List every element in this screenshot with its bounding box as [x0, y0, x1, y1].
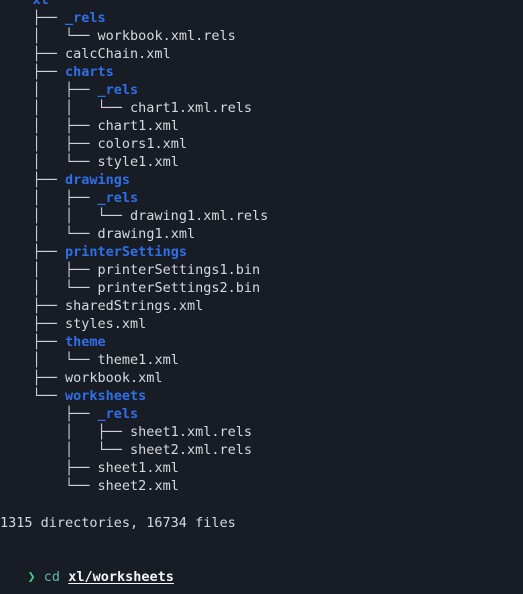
tree-branch-glyph: ├──: [0, 10, 66, 26]
tree-branch-glyph: └──: [0, 0, 33, 8]
directory-name: worksheets: [65, 388, 147, 404]
file-name: chart1.xml: [97, 118, 179, 134]
tree-branch-glyph: │ └──: [0, 280, 98, 296]
tree-file-row: │ └── printerSettings2.bin: [0, 279, 523, 297]
tree-branch-glyph: │ └──: [0, 352, 98, 368]
tree-directory-row: └── worksheets: [0, 387, 523, 405]
tree-branch-glyph: ├──: [0, 334, 66, 350]
directory-name: _rels: [65, 10, 106, 26]
tree-file-row: ├── styles.xml: [0, 315, 523, 333]
tree-directory-row: ├── charts: [0, 63, 523, 81]
tree-branch-glyph: ├──: [0, 460, 98, 476]
file-name: sheet1.xml: [97, 460, 179, 476]
tree-file-row: │ └── style1.xml: [0, 153, 523, 171]
tree-branch-glyph: ├──: [0, 64, 66, 80]
tree-directory-row: ├── _rels: [0, 405, 523, 423]
directory-name: _rels: [97, 190, 139, 206]
file-name: styles.xml: [65, 316, 147, 332]
tree-file-row: │ └── drawing1.xml: [0, 225, 523, 243]
tree-branch-glyph: │ └──: [0, 154, 98, 170]
file-name: sheet2.xml.rels: [130, 442, 252, 458]
file-name: chart1.xml.rels: [130, 100, 252, 116]
tree-branch-glyph: │ ├──: [0, 136, 98, 152]
tree-file-row: ├── calcChain.xml: [0, 45, 523, 63]
tree-file-row: ├── sharedStrings.xml: [0, 297, 523, 315]
tree-directory-row: └── xl: [0, 0, 523, 9]
tree-branch-glyph: ├──: [0, 244, 66, 260]
tree-file-row: │ │ └── drawing1.xml.rels: [0, 207, 523, 225]
tree-branch-glyph: │ └──: [0, 28, 98, 44]
directory-name: printerSettings: [65, 244, 187, 260]
file-name: colors1.xml: [97, 136, 187, 152]
tree-file-row: ├── sheet1.xml: [0, 459, 523, 477]
file-name: printerSettings1.bin: [97, 262, 261, 278]
file-name: sharedStrings.xml: [65, 298, 204, 314]
directory-name: xl: [32, 0, 49, 8]
tree-directory-row: │ ├── _rels: [0, 81, 523, 99]
tree-branch-glyph: ├──: [0, 370, 66, 386]
tree-directory-row: ├── drawings: [0, 171, 523, 189]
shell-prompt-line[interactable]: ❯ cd xl/worksheets: [0, 550, 182, 585]
directory-name: drawings: [65, 172, 131, 188]
tree-branch-glyph: │ └──: [0, 226, 98, 242]
tree-branch-glyph: │ └──: [0, 442, 131, 458]
tree-branch-glyph: ├──: [0, 406, 98, 422]
directory-name: _rels: [97, 406, 139, 422]
tree-branch-glyph: │ ├──: [0, 190, 98, 206]
tree-file-row: │ ├── colors1.xml: [0, 135, 523, 153]
tree-branch-glyph: └──: [0, 388, 66, 404]
tree-branch-glyph: │ ├──: [0, 118, 98, 134]
tree-summary: 1315 directories, 16734 files: [0, 515, 236, 531]
directory-name: charts: [65, 64, 114, 80]
tree-file-row: │ └── theme1.xml: [0, 351, 523, 369]
directory-name: theme: [65, 334, 106, 350]
prompt-argument: xl/worksheets: [68, 569, 174, 585]
terminal-window: └── xl ├── _rels │ └── workbook.xml.rels…: [0, 0, 523, 594]
tree-file-row: │ ├── sheet1.xml.rels: [0, 423, 523, 441]
file-name: calcChain.xml: [65, 46, 171, 62]
prompt-command: cd: [43, 569, 61, 585]
file-name: style1.xml: [97, 154, 179, 170]
tree-branch-glyph: ├──: [0, 298, 66, 314]
tree-file-row: │ └── sheet2.xml.rels: [0, 441, 523, 459]
tree-file-row: ├── workbook.xml: [0, 369, 523, 387]
text-cursor[interactable]: [174, 569, 182, 584]
tree-output: └── xl ├── _rels │ └── workbook.xml.rels…: [0, 0, 523, 495]
tree-file-row: │ ├── chart1.xml: [0, 117, 523, 135]
directory-name: _rels: [97, 82, 139, 98]
file-name: drawing1.xml: [97, 226, 196, 242]
tree-branch-glyph: ├──: [0, 316, 66, 332]
tree-branch-glyph: │ │ └──: [0, 100, 131, 116]
tree-file-row: └── sheet2.xml: [0, 477, 523, 495]
tree-directory-row: ├── _rels: [0, 9, 523, 27]
tree-branch-glyph: │ │ └──: [0, 208, 131, 224]
tree-file-row: │ ├── printerSettings1.bin: [0, 261, 523, 279]
file-name: theme1.xml: [97, 352, 179, 368]
file-name: sheet2.xml: [97, 478, 179, 494]
tree-directory-row: ├── theme: [0, 333, 523, 351]
tree-branch-glyph: │ ├──: [0, 424, 131, 440]
tree-branch-glyph: │ ├──: [0, 82, 98, 98]
file-name: workbook.xml.rels: [97, 28, 236, 44]
tree-directory-row: ├── printerSettings: [0, 243, 523, 261]
tree-branch-glyph: ├──: [0, 172, 66, 188]
tree-directory-row: │ ├── _rels: [0, 189, 523, 207]
file-name: drawing1.xml.rels: [130, 208, 269, 224]
file-name: workbook.xml: [65, 370, 163, 386]
tree-file-row: │ └── workbook.xml.rels: [0, 27, 523, 45]
tree-file-row: │ │ └── chart1.xml.rels: [0, 99, 523, 117]
tree-branch-glyph: │ ├──: [0, 262, 98, 278]
prompt-gap: [60, 569, 68, 585]
tree-branch-glyph: ├──: [0, 46, 66, 62]
file-name: sheet1.xml.rels: [130, 424, 252, 440]
file-name: printerSettings2.bin: [97, 280, 261, 296]
prompt-chevron-icon: ❯: [27, 569, 36, 585]
tree-branch-glyph: └──: [0, 478, 98, 494]
